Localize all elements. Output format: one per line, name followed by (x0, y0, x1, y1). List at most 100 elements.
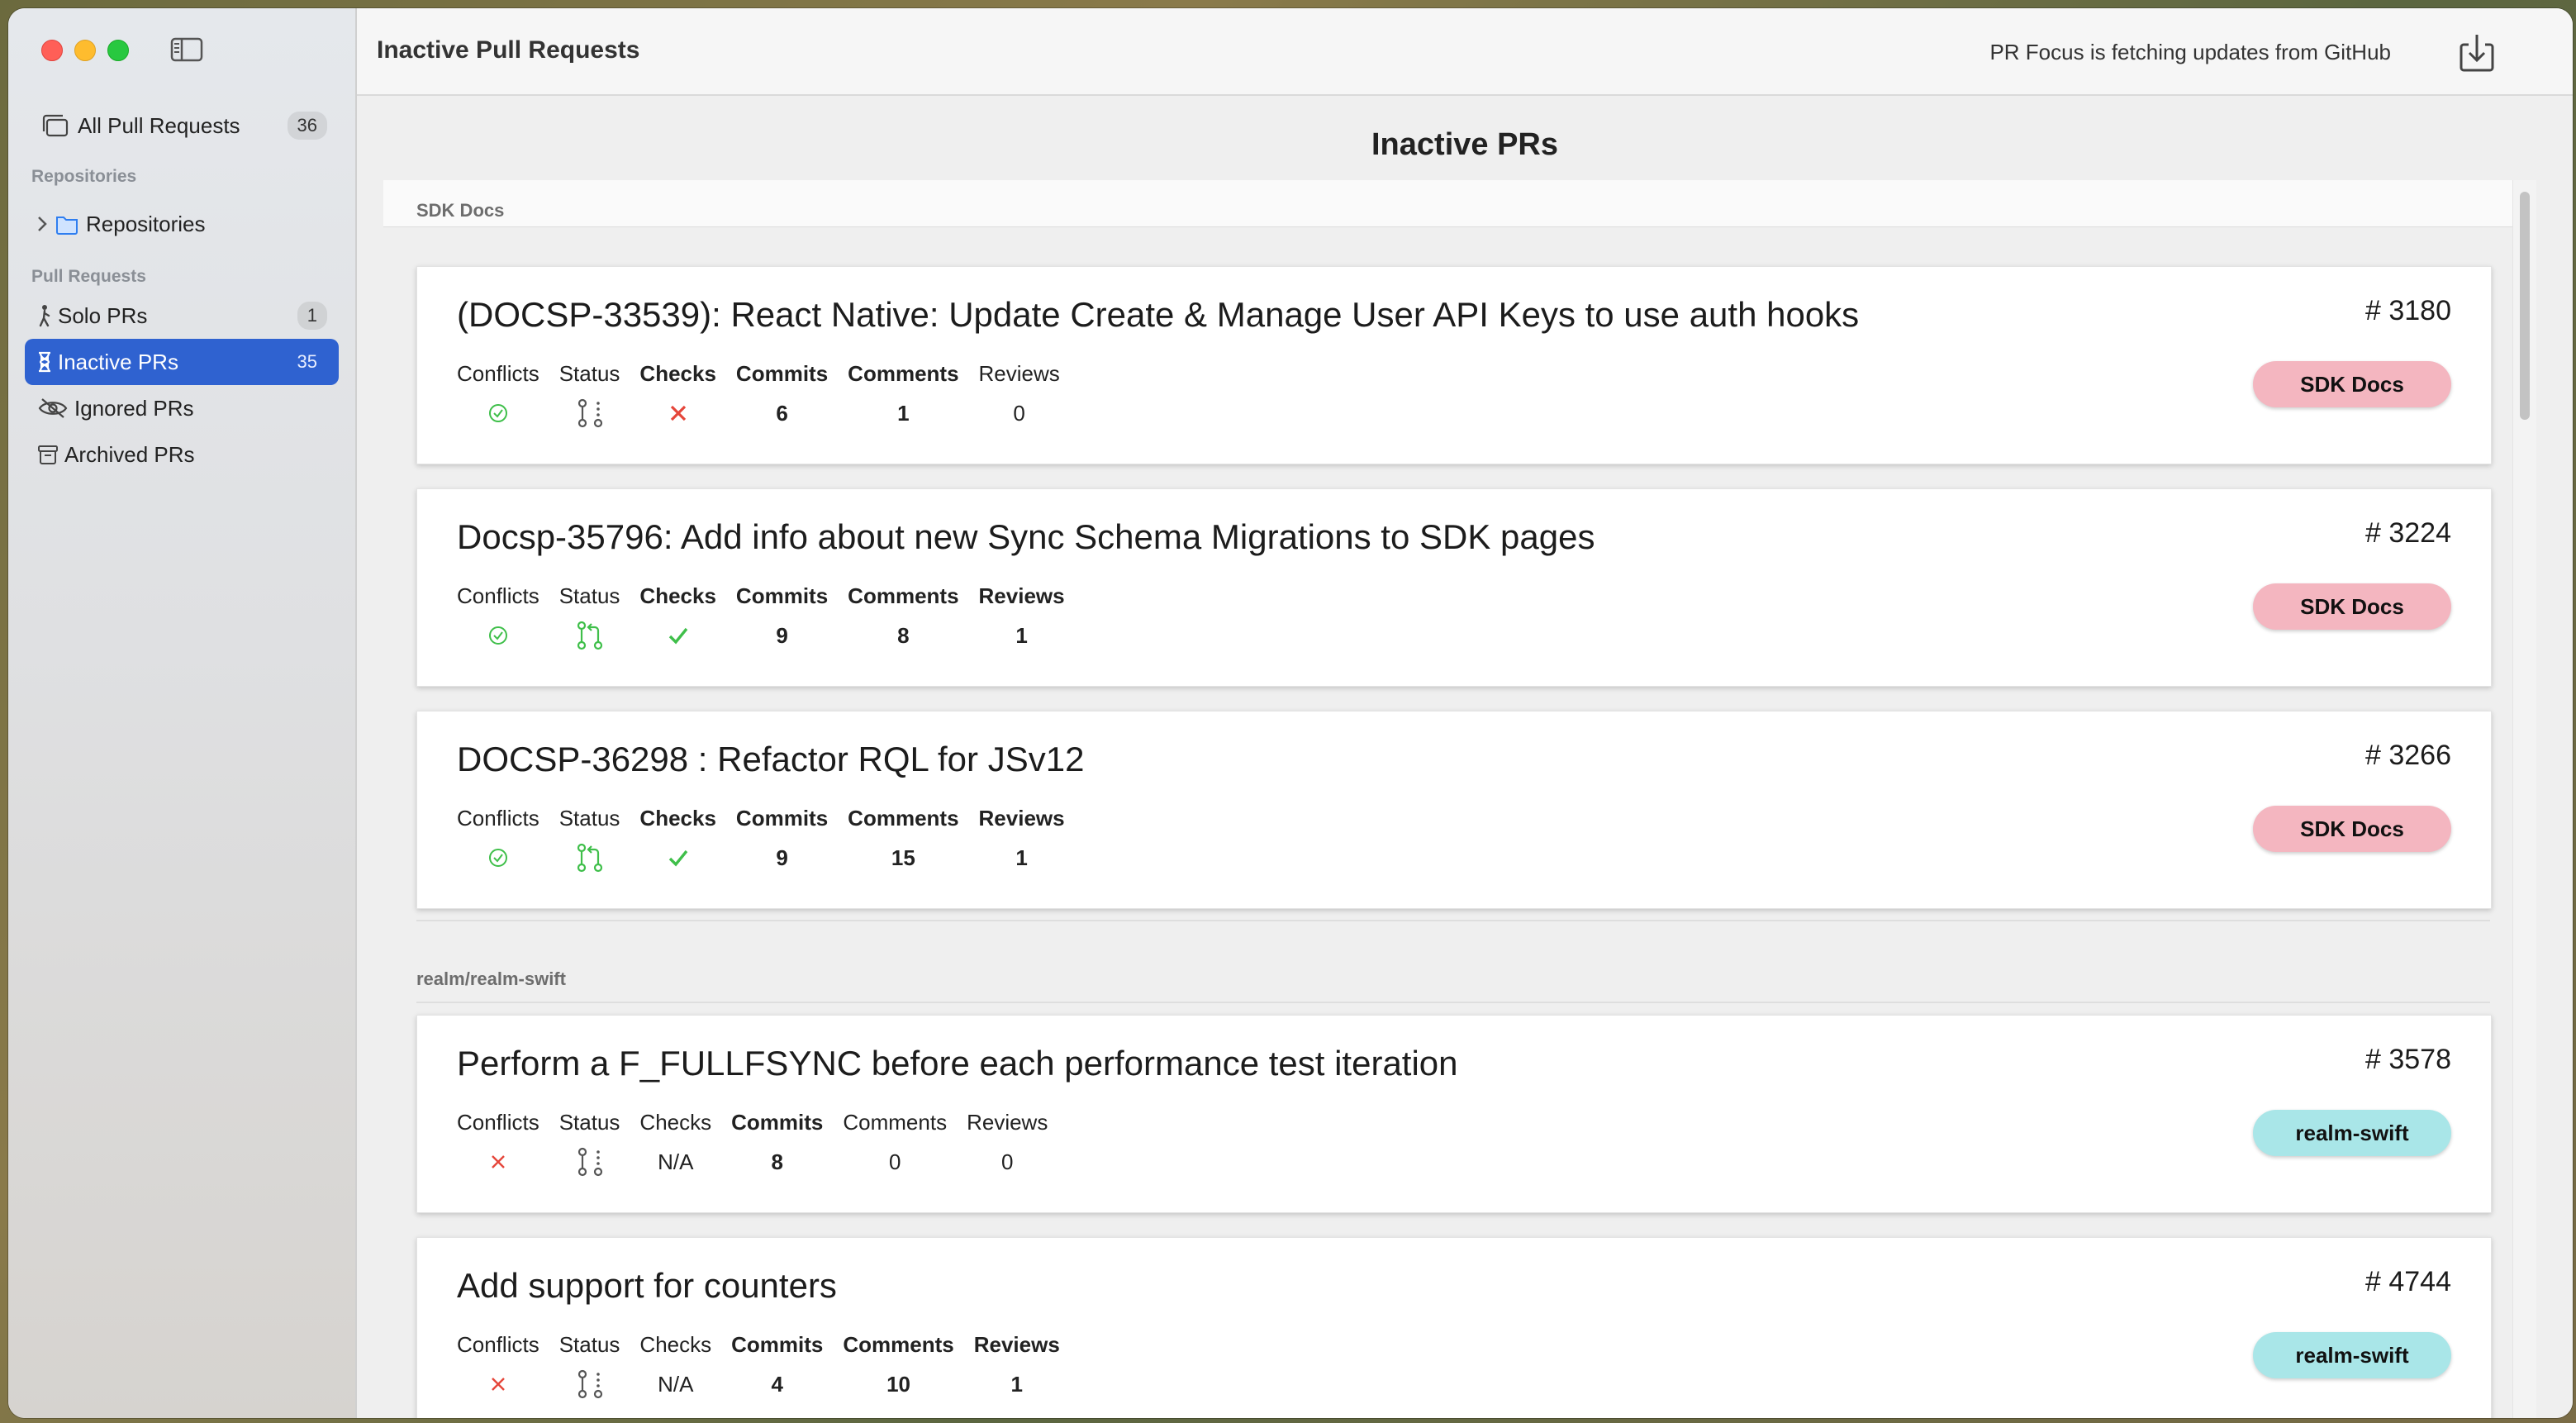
sidebar-item-label: Ignored PRs (74, 395, 194, 421)
fetch-status-text: PR Focus is fetching updates from GitHub (1989, 40, 2391, 64)
reviews-count: 1 (1010, 1371, 1023, 1397)
metric-reviews: Reviews 0 (967, 1110, 1048, 1176)
metric-label: Conflicts (457, 583, 539, 608)
metric-commits: Commits 4 (731, 1332, 823, 1398)
check-circle-icon (487, 621, 509, 650)
sidebar-item-ignored-prs[interactable]: Ignored PRs (25, 385, 339, 431)
metric-label: Conflicts (457, 1110, 539, 1135)
sidebar-item-repositories[interactable]: Repositories (25, 201, 339, 247)
metric-conflicts: Conflicts (457, 1110, 539, 1176)
scrollbar[interactable] (2512, 180, 2536, 1418)
metric-commits: Commits 6 (736, 361, 828, 427)
repo-pill[interactable]: realm-swift (2253, 1332, 2451, 1378)
sidebar-item-archived-prs[interactable]: Archived PRs (25, 431, 339, 478)
sidebar: All Pull Requests 36 Repositories Reposi… (8, 8, 357, 1418)
group-header: SDK Docs (383, 180, 2523, 227)
pr-number: # 4744 (2365, 1266, 2451, 1297)
count-badge: 1 (297, 302, 327, 330)
commits-count: 8 (771, 1149, 783, 1174)
metric-conflicts: Conflicts (457, 361, 539, 427)
draft-pr-icon (573, 1369, 606, 1399)
metric-conflicts: Conflicts (457, 1332, 539, 1398)
metric-label: Status (558, 361, 620, 386)
metric-label: Reviews (978, 806, 1065, 830)
metric-checks: Checks (639, 806, 716, 872)
page-title: Inactive PRs (1371, 127, 1558, 162)
metric-label: Conflicts (457, 806, 539, 830)
pr-metrics: Conflicts Status Checks Commits 6 Commen… (457, 361, 1080, 428)
commits-count: 9 (776, 622, 788, 648)
x-mark-icon (668, 399, 689, 427)
checkmark-icon (667, 844, 690, 872)
sidebar-item-label: Solo PRs (58, 302, 148, 328)
sidebar-item-label: All Pull Requests (78, 112, 240, 138)
metric-label: Checks (639, 361, 716, 386)
group-divider (416, 920, 2490, 921)
sidebar-toggle-icon[interactable] (170, 36, 203, 63)
reviews-count: 0 (1013, 400, 1025, 426)
repositories-section-header: Repositories (31, 167, 137, 186)
pr-title[interactable]: DOCSP-36298 : Refactor RQL for JSv12 (457, 740, 1084, 779)
metric-label: Commits (731, 1110, 824, 1135)
pr-title[interactable]: Add support for counters (457, 1266, 837, 1306)
comments-count: 10 (886, 1371, 911, 1397)
zoom-window-button[interactable] (107, 40, 129, 61)
repo-pill[interactable]: SDK Docs (2253, 361, 2451, 407)
download-icon[interactable] (2454, 30, 2500, 76)
metric-label: Reviews (967, 1110, 1048, 1135)
metric-label: Status (558, 1110, 620, 1135)
pr-number: # 3578 (2365, 1044, 2451, 1075)
hourglass-icon (36, 351, 53, 373)
metric-label: Checks (639, 1332, 712, 1357)
pr-number: # 3180 (2365, 295, 2451, 326)
check-circle-icon (487, 844, 509, 872)
pr-card[interactable]: Perform a F_FULLFSYNC before each perfor… (416, 1015, 2492, 1213)
scrollbar-thumb[interactable] (2520, 192, 2530, 420)
archive-box-icon (36, 444, 59, 465)
metric-label: Reviews (978, 583, 1065, 608)
checks-value: N/A (658, 1149, 694, 1174)
pr-card[interactable]: Docsp-35796: Add info about new Sync Sch… (416, 488, 2492, 687)
sidebar-item-all-pull-requests[interactable]: All Pull Requests 36 (25, 102, 339, 149)
commits-count: 6 (776, 400, 788, 426)
metric-conflicts: Conflicts (457, 806, 539, 872)
toolbar: Inactive Pull Requests PR Focus is fetch… (357, 8, 2573, 96)
repo-pill[interactable]: realm-swift (2253, 1110, 2451, 1156)
x-mark-icon (488, 1370, 508, 1398)
pr-title[interactable]: Docsp-35796: Add info about new Sync Sch… (457, 517, 1595, 557)
metric-comments: Comments 10 (843, 1332, 953, 1398)
checks-value: N/A (658, 1371, 694, 1397)
draft-pr-icon (573, 398, 606, 428)
chevron-right-icon[interactable] (35, 215, 50, 233)
sidebar-item-label: Archived PRs (64, 441, 195, 467)
pr-card[interactable]: (DOCSP-33539): React Native: Update Crea… (416, 266, 2492, 464)
metric-label: Status (558, 1332, 620, 1357)
metric-conflicts: Conflicts (457, 583, 539, 650)
repo-pill[interactable]: SDK Docs (2253, 583, 2451, 630)
minimize-window-button[interactable] (74, 40, 96, 61)
close-window-button[interactable] (41, 40, 63, 61)
pr-title[interactable]: (DOCSP-33539): React Native: Update Crea… (457, 295, 1859, 335)
metric-commits: Commits 9 (736, 806, 828, 872)
group-name: realm/realm-swift (416, 968, 566, 989)
window-title: Inactive Pull Requests (377, 36, 640, 64)
metric-label: Commits (731, 1332, 824, 1357)
metric-comments: Comments 15 (848, 806, 958, 872)
pr-list[interactable]: SDK Docs (DOCSP-33539): React Native: Up… (383, 180, 2536, 1418)
metric-label: Status (558, 806, 620, 830)
metric-label: Comments (848, 361, 959, 386)
pr-card[interactable]: DOCSP-36298 : Refactor RQL for JSv12 # 3… (416, 711, 2492, 909)
repo-pill[interactable]: SDK Docs (2253, 806, 2451, 852)
sidebar-item-solo-prs[interactable]: Solo PRs 1 (25, 293, 339, 339)
comments-count: 0 (888, 1149, 901, 1174)
metric-label: Conflicts (457, 361, 539, 386)
pr-title[interactable]: Perform a F_FULLFSYNC before each perfor… (457, 1044, 1458, 1083)
metric-reviews: Reviews 1 (979, 806, 1065, 872)
sidebar-item-inactive-prs[interactable]: Inactive PRs 35 (25, 339, 339, 385)
metric-comments: Comments 1 (848, 361, 958, 427)
metric-checks: Checks (639, 583, 716, 650)
group-header: realm/realm-swift (416, 968, 2490, 993)
metric-commits: Commits 9 (736, 583, 828, 650)
pr-number: # 3224 (2365, 517, 2451, 549)
pr-card[interactable]: Add support for counters # 4744 Conflict… (416, 1237, 2492, 1418)
